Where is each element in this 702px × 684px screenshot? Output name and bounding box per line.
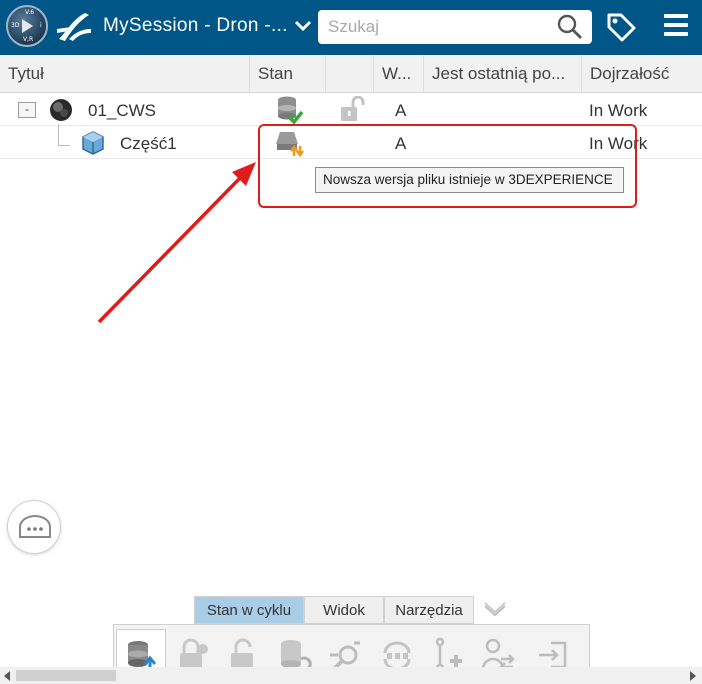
compass-east-label: i — [40, 22, 42, 29]
chevron-down-icon[interactable] — [482, 600, 508, 620]
column-lock[interactable] — [326, 55, 374, 93]
search-icon[interactable] — [557, 14, 583, 40]
collapse-toggle[interactable]: - — [18, 102, 36, 118]
compass-south-label: V,R — [23, 36, 34, 43]
scroll-right-icon[interactable] — [690, 671, 696, 681]
row-title: 01_CWS — [88, 101, 157, 120]
row-revision: A — [395, 101, 407, 120]
column-revision[interactable]: W... — [374, 55, 424, 93]
column-is-latest[interactable]: Jest ostatnią po... — [424, 55, 582, 93]
scroll-left-icon[interactable] — [4, 671, 10, 681]
tab-lifecycle[interactable]: Stan w cyklu — [194, 596, 304, 624]
assembly-icon — [50, 99, 72, 121]
column-maturity[interactable]: Dojrzałość — [582, 55, 702, 93]
chevron-down-icon[interactable] — [294, 19, 312, 33]
3ds-logo-icon — [57, 13, 91, 41]
highlight-frame — [258, 124, 637, 208]
search-input[interactable] — [328, 16, 548, 38]
column-header: Tytuł Stan W... Jest ostatnią po... Dojr… — [0, 55, 702, 93]
top-bar: V.6 3D i V,R MySession - Dron -... — [0, 0, 702, 55]
play-icon — [22, 19, 33, 33]
column-state[interactable]: Stan — [250, 55, 326, 93]
tab-view[interactable]: Widok — [304, 596, 384, 624]
chat-button[interactable] — [7, 500, 61, 554]
tooltip: Nowsza wersja pliku istnieje w 3DEXPERIE… — [315, 167, 624, 193]
unlocked-icon[interactable] — [339, 96, 365, 124]
search-box — [318, 10, 592, 44]
compass-north-label: V.6 — [25, 9, 35, 16]
hamburger-menu-icon[interactable] — [664, 14, 688, 40]
part-icon — [82, 131, 104, 155]
database-check-icon — [278, 96, 304, 125]
row-title: Część1 — [120, 134, 177, 153]
row-maturity: In Work — [589, 101, 648, 120]
tab-tools[interactable]: Narzędzia — [384, 596, 474, 624]
chat-bubble-icon — [19, 515, 51, 538]
column-title[interactable]: Tytuł — [0, 55, 250, 93]
compass-icon[interactable]: V.6 3D i V,R — [6, 5, 48, 47]
session-title[interactable]: MySession - Dron -... — [103, 15, 288, 37]
tag-icon[interactable] — [605, 11, 637, 43]
compass-west-label: 3D — [11, 22, 20, 29]
scrollbar-thumb[interactable] — [16, 670, 116, 681]
table-row[interactable]: - 01_CWS A In Work — [0, 94, 702, 126]
horizontal-scrollbar[interactable] — [0, 667, 702, 684]
